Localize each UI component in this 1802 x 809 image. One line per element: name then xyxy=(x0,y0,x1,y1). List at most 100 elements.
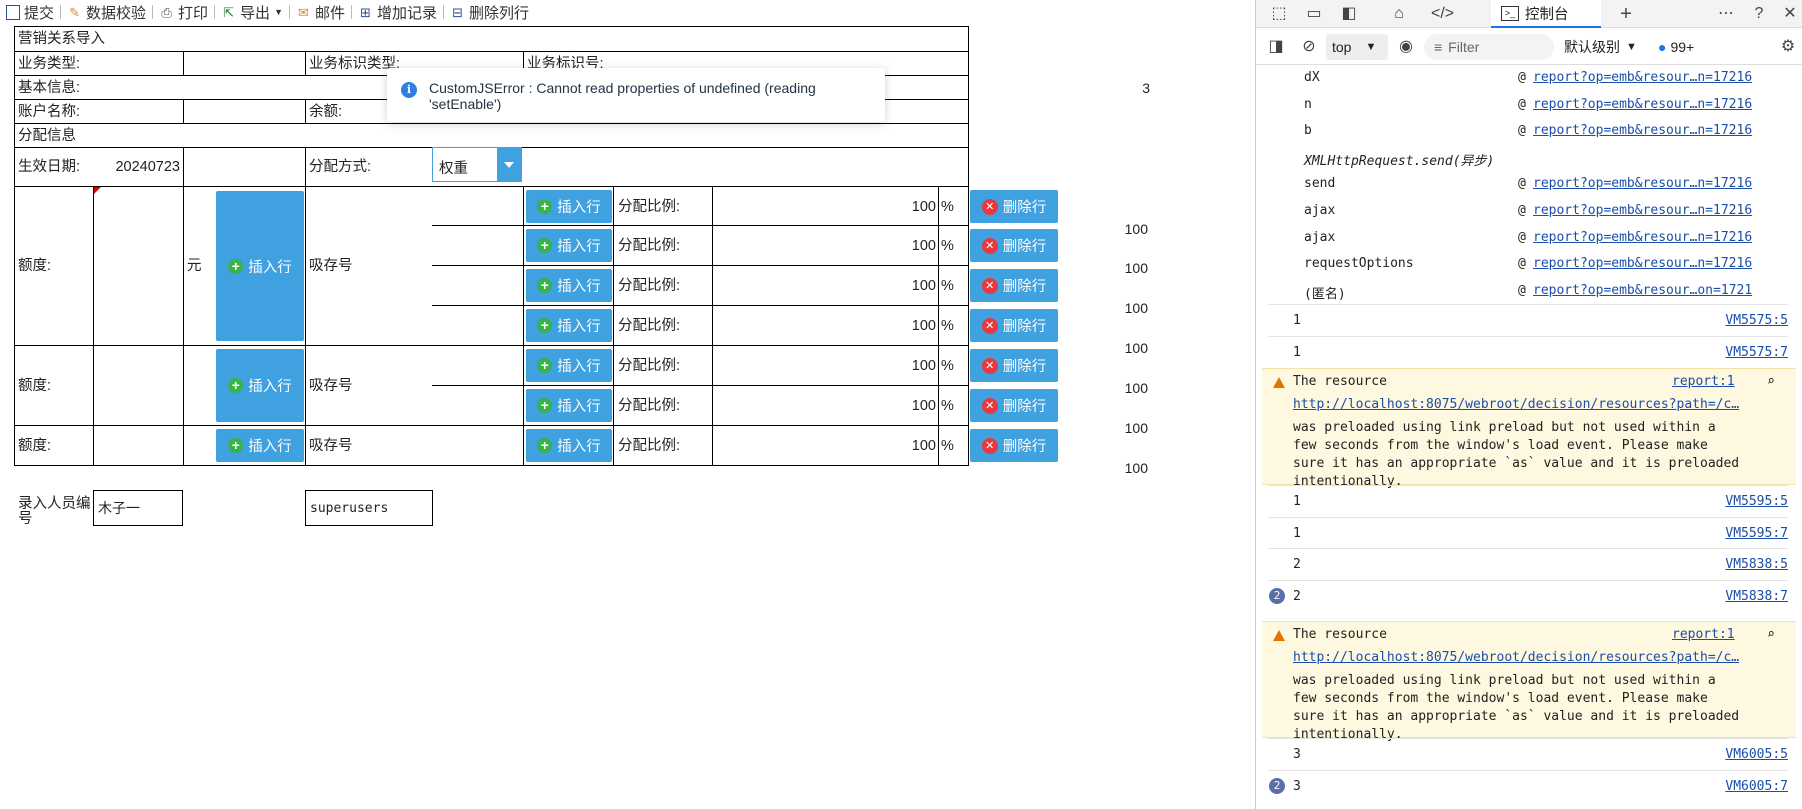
delete-row-toolbar-button[interactable]: ⊟ 删除列行 xyxy=(444,1,535,23)
ratio-value[interactable]: 100 xyxy=(713,346,939,385)
alloc-method-select[interactable]: 权重 xyxy=(432,147,522,182)
deposit-no-field[interactable] xyxy=(432,306,523,345)
stack-frame-link[interactable]: report?op=emb&resour…n=17216 xyxy=(1533,97,1752,112)
add-tab-icon[interactable]: + xyxy=(1616,4,1636,24)
insert-row-button[interactable]: + 插入行 xyxy=(526,309,612,342)
device-toolbar-icon[interactable]: ▭ xyxy=(1304,4,1324,24)
biz-type-field[interactable] xyxy=(183,52,305,75)
clear-console-icon[interactable]: ⊘ xyxy=(1299,37,1319,57)
deposit-no-field[interactable] xyxy=(432,346,523,385)
ratio-value[interactable]: 100 xyxy=(713,426,939,465)
delete-row-button[interactable]: ✕ 删除行 xyxy=(970,229,1058,262)
console-message: 1 VM5575:5 xyxy=(1268,304,1788,335)
add-record-button[interactable]: ⊞ 增加记录 xyxy=(352,1,443,23)
ratio-value[interactable]: 100 xyxy=(713,226,939,265)
delete-row-button[interactable]: ✕ 删除行 xyxy=(970,269,1058,302)
deposit-no-field[interactable] xyxy=(432,386,523,425)
delete-row-button[interactable]: ✕ 删除行 xyxy=(970,429,1058,462)
alloc-info-label: 分配信息 xyxy=(18,127,76,144)
entry-person-id-field[interactable]: superusers xyxy=(305,490,433,526)
log-source-link[interactable]: VM6005:5 xyxy=(1725,747,1788,762)
elements-tab-icon[interactable]: </> xyxy=(1431,4,1454,24)
ratio-label: 分配比例: xyxy=(618,317,681,334)
stack-frame-link[interactable]: report?op=emb&resour…n=17216 xyxy=(1533,230,1752,245)
log-source-link[interactable]: VM5595:7 xyxy=(1725,526,1788,541)
log-source-link[interactable]: VM6005:7 xyxy=(1725,779,1788,794)
side-value: 100 xyxy=(1124,300,1148,316)
delete-row-button[interactable]: ✕ 删除行 xyxy=(970,389,1058,422)
validate-button[interactable]: ✎ 数据校验 xyxy=(61,1,152,23)
eye-icon[interactable]: ◉ xyxy=(1396,37,1416,57)
more-options-icon[interactable]: ⋯ xyxy=(1716,4,1736,24)
plus-icon: + xyxy=(537,278,553,293)
log-level-selector[interactable]: 默认级别 ▼ xyxy=(1564,34,1654,60)
stack-frame-link[interactable]: report?op=emb&resour…n=17216 xyxy=(1533,203,1752,218)
insert-row-button[interactable]: + 插入行 xyxy=(216,349,304,422)
close-circle-icon: ✕ xyxy=(981,437,998,454)
delete-row-button[interactable]: ✕ 删除行 xyxy=(970,190,1058,223)
tab-console[interactable]: >_ 控制台 xyxy=(1491,0,1601,28)
warning-body: was preloaded using link preload but not… xyxy=(1293,420,1740,489)
home-icon[interactable]: ⌂ xyxy=(1389,4,1409,24)
chevron-down-icon[interactable] xyxy=(497,148,521,181)
stack-frame-link[interactable]: report?op=emb&resour…on=1721 xyxy=(1533,283,1752,298)
search-icon[interactable]: ⌕ xyxy=(1767,374,1775,389)
mail-button[interactable]: ✉ 邮件 xyxy=(290,1,351,23)
ratio-value[interactable]: 100 xyxy=(713,306,939,345)
log-source-link[interactable]: VM5575:7 xyxy=(1725,345,1788,360)
log-source-link[interactable]: VM5575:5 xyxy=(1725,313,1788,328)
export-button[interactable]: ⇱ 导出 ▼ xyxy=(215,1,289,23)
inspect-element-icon[interactable]: ⬚ xyxy=(1269,4,1289,24)
delete-row-button[interactable]: ✕ 删除行 xyxy=(970,309,1058,342)
deposit-no-field[interactable] xyxy=(432,266,523,305)
close-icon[interactable]: ✕ xyxy=(1780,4,1800,24)
sidebar-toggle-icon[interactable]: ◨ xyxy=(1266,37,1286,57)
stack-frame-link[interactable]: report?op=emb&resour…n=17216 xyxy=(1533,176,1752,191)
insert-row-button[interactable]: + 插入行 xyxy=(526,269,612,302)
insert-row-button[interactable]: + 插入行 xyxy=(526,229,612,262)
insert-row-button[interactable]: + 插入行 xyxy=(216,429,304,462)
ratio-value[interactable]: 100 xyxy=(713,266,939,305)
console-log: dX @ report?op=emb&resour…n=17216 n @ report?… xyxy=(1256,66,1802,809)
insert-row-button[interactable]: + 插入行 xyxy=(526,429,612,462)
context-selector[interactable]: top ▼ xyxy=(1326,34,1388,60)
warning-source-link[interactable]: report:1 xyxy=(1672,627,1735,642)
search-icon[interactable]: ⌕ xyxy=(1767,627,1775,642)
ratio-value[interactable]: 100 xyxy=(713,187,939,226)
insert-row-button[interactable]: + 插入行 xyxy=(216,191,304,341)
insert-row-button[interactable]: + 插入行 xyxy=(526,190,612,223)
unit-yuan: 元 xyxy=(187,258,202,274)
delete-row-button[interactable]: ✕ 删除行 xyxy=(970,349,1058,382)
plus-icon: + xyxy=(537,398,553,413)
insert-row-button[interactable]: + 插入行 xyxy=(526,389,612,422)
account-name-field[interactable] xyxy=(183,100,305,123)
ratio-value[interactable]: 100 xyxy=(713,386,939,425)
stack-frame-link[interactable]: report?op=emb&resour…n=17216 xyxy=(1533,256,1752,271)
stack-frame-link[interactable]: report?op=emb&resour…n=17216 xyxy=(1533,70,1752,85)
help-icon[interactable]: ? xyxy=(1749,4,1769,24)
console-message: 2 2 VM5838:7 xyxy=(1268,579,1788,611)
insert-row-button[interactable]: + 插入行 xyxy=(526,349,612,382)
warning-url-link[interactable]: http://localhost:8075/webroot/decision/r… xyxy=(1293,397,1768,412)
console-message: 1 VM5595:7 xyxy=(1268,516,1788,548)
warning-source-link[interactable]: report:1 xyxy=(1672,374,1735,389)
gear-icon[interactable]: ⚙ xyxy=(1778,37,1798,57)
log-source-link[interactable]: VM5595:5 xyxy=(1725,494,1788,509)
deposit-no-field[interactable] xyxy=(432,226,523,265)
side-value: 100 xyxy=(1124,260,1148,276)
print-button[interactable]: ⎙ 打印 xyxy=(153,1,214,23)
deposit-no-field[interactable] xyxy=(432,187,523,226)
effective-date-value[interactable]: 20240723 xyxy=(93,148,183,186)
stack-frame-link[interactable]: report?op=emb&resour…n=17216 xyxy=(1533,123,1752,138)
at-sign: @ xyxy=(1518,229,1526,245)
log-source-link[interactable]: VM5838:5 xyxy=(1725,557,1788,572)
message-count-badge[interactable]: ● 99+ xyxy=(1658,34,1716,60)
entry-person-name-field[interactable]: 木子一 xyxy=(93,490,183,526)
deposit-no-field[interactable] xyxy=(432,426,523,465)
warning-url-link[interactable]: http://localhost:8075/webroot/decision/r… xyxy=(1293,650,1768,665)
add-record-icon: ⊞ xyxy=(360,4,371,20)
dock-side-icon[interactable]: ◧ xyxy=(1339,4,1359,24)
log-source-link[interactable]: VM5838:7 xyxy=(1725,589,1788,604)
submit-button[interactable]: ​提交 xyxy=(0,1,60,23)
filter-input[interactable]: ≡ Filter xyxy=(1424,34,1554,60)
